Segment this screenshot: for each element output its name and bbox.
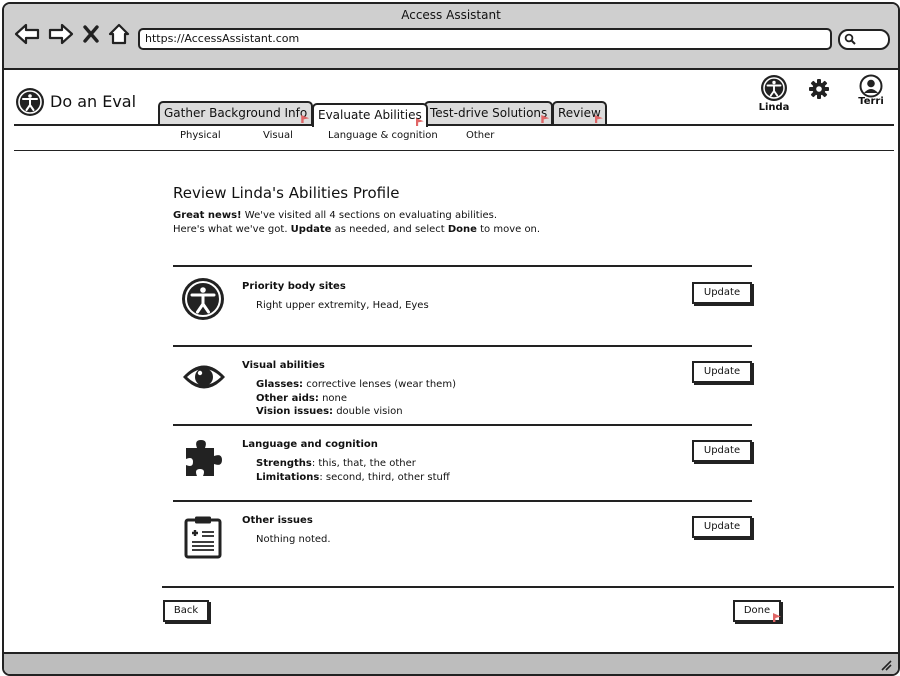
section-title: Language and cognition — [242, 439, 378, 450]
row-label: Strengths — [256, 458, 312, 469]
row-value: double vision — [333, 406, 403, 417]
tab-label: Review — [558, 106, 601, 120]
section-row: Other aids: none — [256, 393, 347, 404]
back-arrow-icon[interactable] — [14, 22, 40, 50]
client-name: Linda — [758, 102, 790, 113]
section-title: Priority body sites — [242, 281, 346, 292]
intro-line-1: Great news! We've visited all 4 sections… — [173, 210, 497, 221]
puzzle-icon — [184, 438, 226, 482]
intro-emphasis: Update — [290, 224, 332, 235]
section-row: Limitations: second, third, other stuff — [256, 472, 450, 483]
row-label: Vision issues: — [256, 406, 334, 417]
section-divider — [173, 500, 752, 502]
row-label: Glasses: — [256, 379, 304, 390]
subtab-language-cognition[interactable]: Language & cognition — [328, 130, 438, 141]
client-profile[interactable]: Linda — [756, 74, 792, 113]
forward-arrow-icon[interactable] — [48, 22, 74, 50]
subtab-physical[interactable]: Physical — [180, 130, 221, 141]
done-button[interactable]: Done — [733, 600, 781, 622]
home-icon[interactable] — [108, 22, 130, 50]
subtab-other[interactable]: Other — [466, 130, 494, 141]
intro-emphasis: Great news! — [173, 210, 242, 221]
stop-icon[interactable] — [82, 24, 100, 48]
tab-test-drive-solutions[interactable]: Test-drive Solutions — [424, 101, 554, 124]
browser-toolbar: Access Assistant https://AccessAssistant… — [4, 4, 898, 70]
accessibility-icon — [180, 276, 226, 326]
back-button[interactable]: Back — [163, 600, 209, 622]
subtab-divider — [14, 150, 894, 151]
accessibility-logo-icon — [15, 87, 45, 121]
user-profile[interactable]: Terri — [854, 74, 888, 107]
row-value: : second, third, other stuff — [319, 472, 450, 483]
tab-gather-background-info[interactable]: Gather Background Info — [158, 101, 314, 124]
section-divider — [173, 345, 752, 347]
tab-label: Test-drive Solutions — [430, 106, 548, 120]
user-name: Terri — [858, 96, 884, 107]
row-value: none — [318, 393, 348, 404]
intro-text: to move on. — [476, 224, 541, 235]
section-title: Other issues — [242, 515, 313, 526]
intro-line-2: Here's what we've got. Update as needed,… — [173, 224, 540, 235]
accessibility-icon — [761, 75, 787, 101]
section-divider — [173, 424, 752, 426]
app-title: Do an Eval — [50, 92, 137, 111]
browser-search-field[interactable] — [838, 29, 890, 50]
gear-icon[interactable] — [808, 78, 830, 104]
section-value: Nothing noted. — [256, 534, 331, 545]
update-button[interactable]: Update — [692, 282, 752, 304]
eye-icon — [181, 360, 227, 398]
browser-window: Access Assistant https://AccessAssistant… — [2, 2, 900, 676]
tab-evaluate-abilities[interactable]: Evaluate Abilities — [312, 103, 428, 127]
user-avatar-icon — [859, 74, 883, 98]
window-title: Access Assistant — [401, 8, 501, 22]
update-button[interactable]: Update — [692, 516, 752, 538]
row-value: corrective lenses (wear them) — [303, 379, 456, 390]
resize-grip-icon[interactable] — [880, 659, 892, 671]
intro-text: We've visited all 4 sections on evaluati… — [241, 210, 498, 221]
intro-text: as needed, and select — [331, 224, 448, 235]
tab-review[interactable]: Review — [552, 101, 607, 124]
section-divider — [173, 265, 752, 267]
intro-emphasis: Done — [447, 224, 477, 235]
tab-label: Evaluate Abilities — [318, 108, 422, 122]
subtab-visual[interactable]: Visual — [263, 130, 293, 141]
done-label: Done — [743, 605, 771, 616]
address-bar[interactable]: https://AccessAssistant.com — [138, 28, 832, 50]
section-row: Vision issues: double vision — [256, 406, 403, 417]
section-row: Glasses: corrective lenses (wear them) — [256, 379, 456, 390]
status-bar — [4, 652, 898, 674]
section-row: Strengths: this, that, the other — [256, 458, 416, 469]
page-title: Review Linda's Abilities Profile — [173, 184, 400, 202]
search-icon — [844, 33, 856, 45]
update-button[interactable]: Update — [692, 440, 752, 462]
footer-divider — [162, 586, 894, 588]
row-label: Other aids: — [256, 393, 319, 404]
intro-text: Here's what we've got. — [173, 224, 291, 235]
row-label: Limitations — [256, 472, 320, 483]
tab-label: Gather Background Info — [164, 106, 308, 120]
section-value: Right upper extremity, Head, Eyes — [256, 300, 429, 311]
section-title: Visual abilities — [242, 360, 325, 371]
row-value: : this, that, the other — [311, 458, 416, 469]
flag-icon — [773, 613, 781, 622]
clipboard-icon — [183, 515, 223, 563]
tab-bar-divider — [14, 124, 894, 126]
update-button[interactable]: Update — [692, 361, 752, 383]
